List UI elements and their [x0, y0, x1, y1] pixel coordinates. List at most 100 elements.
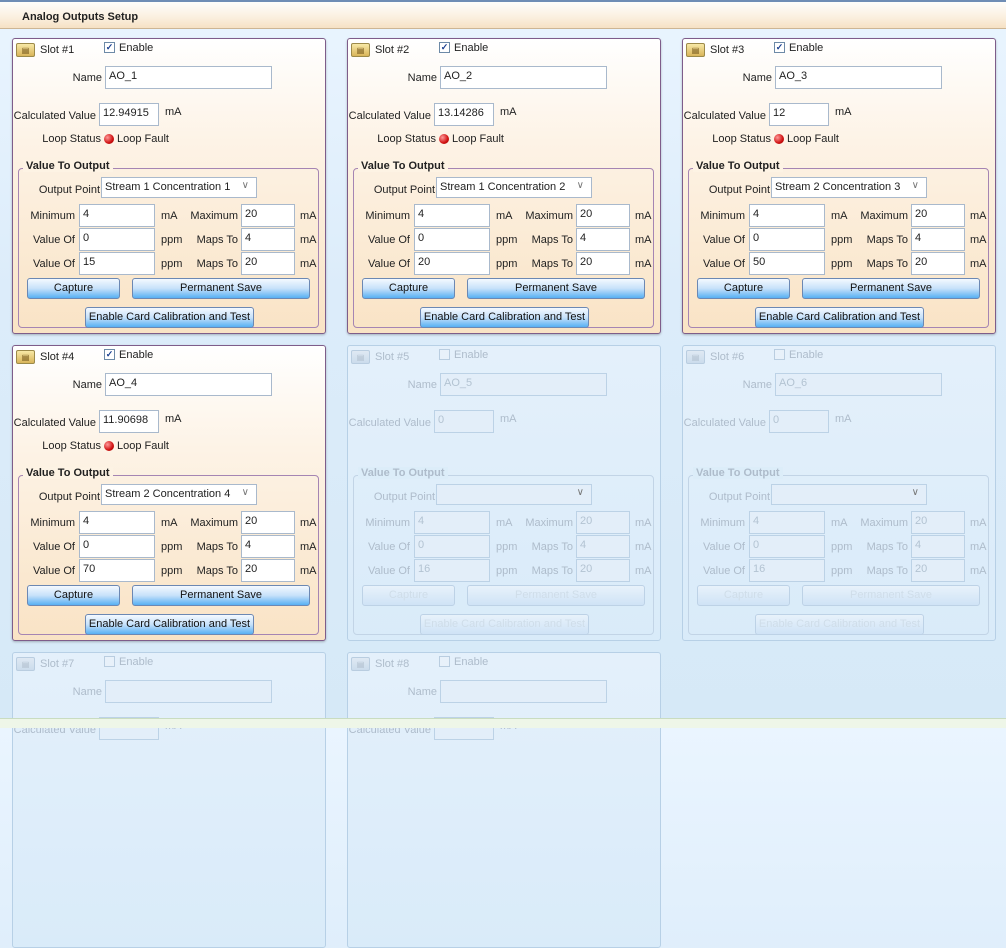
output-point-select[interactable]: Stream 2 Concentration 3 ∨	[771, 177, 927, 198]
output-point-select[interactable]: Stream 1 Concentration 2 ∨	[436, 177, 592, 198]
calculated-value-field: 13.14286	[434, 103, 494, 126]
value-of-2-field[interactable]: 15	[79, 252, 155, 275]
name-field[interactable]: AO_6	[775, 373, 942, 396]
maps-to-2-field[interactable]: 20	[576, 559, 630, 582]
enable-calibration-button[interactable]: Enable Card Calibration and Test	[85, 307, 254, 328]
maps-to-2-field[interactable]: 20	[911, 252, 965, 275]
enable-calibration-button[interactable]: Enable Card Calibration and Test	[420, 614, 589, 635]
card-module-icon: ▤	[16, 657, 35, 671]
value-of-2-field[interactable]: 16	[414, 559, 490, 582]
minimum-field[interactable]: 4	[414, 511, 490, 534]
output-point-label: Output Point	[38, 184, 100, 196]
name-field[interactable]: AO_5	[440, 373, 607, 396]
maps-to-1-field[interactable]: 4	[911, 535, 965, 558]
maps-to-2-field[interactable]: 20	[241, 252, 295, 275]
maximum-unit: mA	[300, 517, 317, 529]
maximum-field[interactable]: 20	[241, 204, 295, 227]
capture-button[interactable]: Capture	[697, 585, 790, 606]
name-field[interactable]: AO_1	[105, 66, 272, 89]
capture-button[interactable]: Capture	[362, 278, 455, 299]
page-title: Analog Outputs Setup	[22, 11, 139, 23]
enable-checkbox[interactable]: ✓	[774, 42, 785, 53]
maps-to-1-label: Maps To	[196, 541, 238, 553]
enable-calibration-button[interactable]: Enable Card Calibration and Test	[755, 307, 924, 328]
maximum-field[interactable]: 20	[241, 511, 295, 534]
value-of-1-field[interactable]: 0	[79, 228, 155, 251]
maps-to-2-field[interactable]: 20	[911, 559, 965, 582]
name-field[interactable]: AO_4	[105, 373, 272, 396]
name-field[interactable]: AO_2	[440, 66, 607, 89]
output-point-label: Output Point	[373, 184, 435, 196]
value-of-2-field[interactable]: 70	[79, 559, 155, 582]
value-of-1-field[interactable]: 0	[749, 228, 825, 251]
value-of-2-field[interactable]: 50	[749, 252, 825, 275]
maps-to-1-unit: mA	[970, 234, 987, 246]
maximum-field[interactable]: 20	[576, 204, 630, 227]
permanent-save-button[interactable]: Permanent Save	[802, 585, 980, 606]
minimum-field[interactable]: 4	[79, 511, 155, 534]
permanent-save-button[interactable]: Permanent Save	[802, 278, 980, 299]
enable-checkbox[interactable]: ✓	[104, 42, 115, 53]
value-of-1-field[interactable]: 0	[79, 535, 155, 558]
name-field[interactable]: AO_3	[775, 66, 942, 89]
maps-to-2-label: Maps To	[531, 565, 573, 577]
enable-checkbox[interactable]: ✓	[439, 42, 450, 53]
enable-checkbox[interactable]	[439, 349, 450, 360]
maps-to-2-field[interactable]: 20	[241, 559, 295, 582]
output-point-select[interactable]: Stream 1 Concentration 1 ∨	[101, 177, 257, 198]
minimum-field[interactable]: 4	[414, 204, 490, 227]
maximum-label: Maximum	[525, 517, 573, 529]
permanent-save-button[interactable]: Permanent Save	[467, 278, 645, 299]
capture-button[interactable]: Capture	[362, 585, 455, 606]
enable-checkbox[interactable]	[774, 349, 785, 360]
value-of-1-field[interactable]: 0	[414, 228, 490, 251]
output-point-select[interactable]: ∨	[436, 484, 592, 505]
maps-to-2-field[interactable]: 20	[576, 252, 630, 275]
permanent-save-button[interactable]: Permanent Save	[132, 278, 310, 299]
slot-title: Slot #1	[40, 44, 75, 56]
output-point-select[interactable]: ∨	[771, 484, 927, 505]
maximum-field[interactable]: 20	[576, 511, 630, 534]
minimum-field[interactable]: 4	[749, 511, 825, 534]
calculated-value-unit: mA	[165, 106, 182, 118]
enable-calibration-button[interactable]: Enable Card Calibration and Test	[85, 614, 254, 635]
capture-button[interactable]: Capture	[27, 585, 120, 606]
value-of-2-field[interactable]: 20	[414, 252, 490, 275]
minimum-field[interactable]: 4	[749, 204, 825, 227]
enable-checkbox[interactable]	[439, 656, 450, 667]
permanent-save-button[interactable]: Permanent Save	[467, 585, 645, 606]
chevron-down-icon: ∨	[241, 487, 249, 498]
value-of-1-label: Value Of	[33, 234, 75, 246]
minimum-field[interactable]: 4	[79, 204, 155, 227]
maps-to-1-label: Maps To	[531, 541, 573, 553]
enable-checkbox[interactable]: ✓	[104, 349, 115, 360]
value-of-1-label: Value Of	[33, 541, 75, 553]
enable-calibration-button[interactable]: Enable Card Calibration and Test	[755, 614, 924, 635]
maps-to-1-field[interactable]: 4	[576, 535, 630, 558]
value-of-2-field[interactable]: 16	[749, 559, 825, 582]
maximum-field[interactable]: 20	[911, 204, 965, 227]
calculated-value-field: 0	[434, 410, 494, 433]
red-led-icon	[104, 134, 114, 144]
maps-to-1-field[interactable]: 4	[241, 535, 295, 558]
card-module-icon: ▤	[16, 350, 35, 364]
maps-to-1-field[interactable]: 4	[576, 228, 630, 251]
calculated-value-unit: mA	[835, 106, 852, 118]
name-field[interactable]	[440, 680, 607, 703]
value-of-1-field[interactable]: 0	[414, 535, 490, 558]
name-field[interactable]	[105, 680, 272, 703]
capture-button[interactable]: Capture	[697, 278, 790, 299]
value-of-1-field[interactable]: 0	[749, 535, 825, 558]
slot-title: Slot #6	[710, 351, 745, 363]
card-module-icon: ▤	[686, 43, 705, 57]
maps-to-1-field[interactable]: 4	[241, 228, 295, 251]
calculated-value-unit: mA	[165, 413, 182, 425]
permanent-save-button[interactable]: Permanent Save	[132, 585, 310, 606]
enable-checkbox[interactable]	[104, 656, 115, 667]
capture-button[interactable]: Capture	[27, 278, 120, 299]
output-point-select[interactable]: Stream 2 Concentration 4 ∨	[101, 484, 257, 505]
maximum-field[interactable]: 20	[911, 511, 965, 534]
maps-to-1-field[interactable]: 4	[911, 228, 965, 251]
enable-calibration-button[interactable]: Enable Card Calibration and Test	[420, 307, 589, 328]
slot-title: Slot #4	[40, 351, 75, 363]
